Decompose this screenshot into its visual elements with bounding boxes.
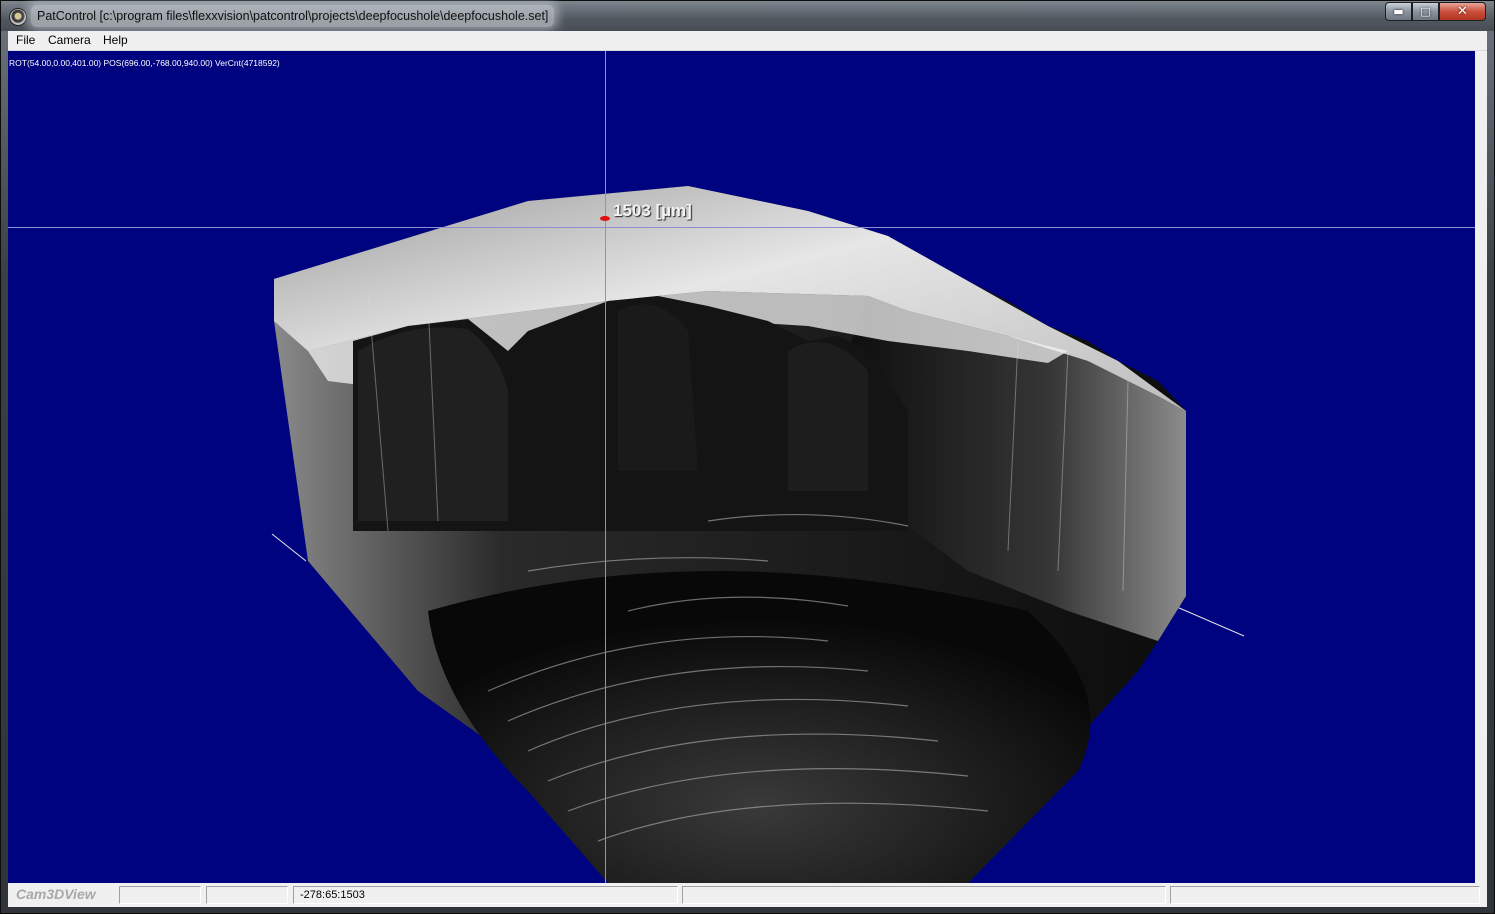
status-bar: Cam3DView -278:65:1503 <box>8 883 1487 907</box>
menu-bar: File Camera Help <box>8 31 1487 51</box>
status-panel-4 <box>682 886 1166 904</box>
window-title: PatControl [c:\program files\flexxvision… <box>31 5 555 27</box>
status-brand: Cam3DView <box>16 886 96 902</box>
window-controls: ▬ □ ✕ <box>1385 2 1486 21</box>
axis-line-left <box>271 533 307 562</box>
status-panel-1 <box>119 886 201 904</box>
minimize-button[interactable]: ▬ <box>1385 2 1412 21</box>
height-readout: 1503 [µm] <box>613 201 692 220</box>
maximize-icon: □ <box>1420 5 1431 18</box>
3d-viewport[interactable]: 1503 [µm] ROT(54.00,0.00,401.00) POS(696… <box>8 51 1475 883</box>
close-button[interactable]: ✕ <box>1439 2 1486 21</box>
title-bar[interactable]: PatControl [c:\program files\flexxvision… <box>1 1 1494 31</box>
menu-camera[interactable]: Camera <box>48 31 91 50</box>
status-panel-2 <box>206 886 288 904</box>
status-panel-5 <box>1170 886 1480 904</box>
measurement-marker <box>600 216 610 221</box>
close-icon: ✕ <box>1457 4 1468 19</box>
vertical-scrollbar[interactable] <box>1475 51 1487 883</box>
surface-render <box>271 186 1245 883</box>
minimize-icon: ▬ <box>1393 5 1404 18</box>
crosshair-vertical <box>605 51 606 883</box>
status-coordinates: -278:65:1503 <box>293 886 678 904</box>
menu-help[interactable]: Help <box>103 31 128 50</box>
maximize-button[interactable]: □ <box>1412 2 1439 21</box>
app-icon[interactable] <box>9 8 27 26</box>
axis-line-right <box>1169 603 1245 637</box>
app-window: PatControl [c:\program files\flexxvision… <box>0 0 1495 914</box>
menu-file[interactable]: File <box>16 31 35 50</box>
crosshair-horizontal <box>8 227 1475 228</box>
camera-hud-text: ROT(54.00,0.00,401.00) POS(696.00,-768.0… <box>9 58 280 68</box>
